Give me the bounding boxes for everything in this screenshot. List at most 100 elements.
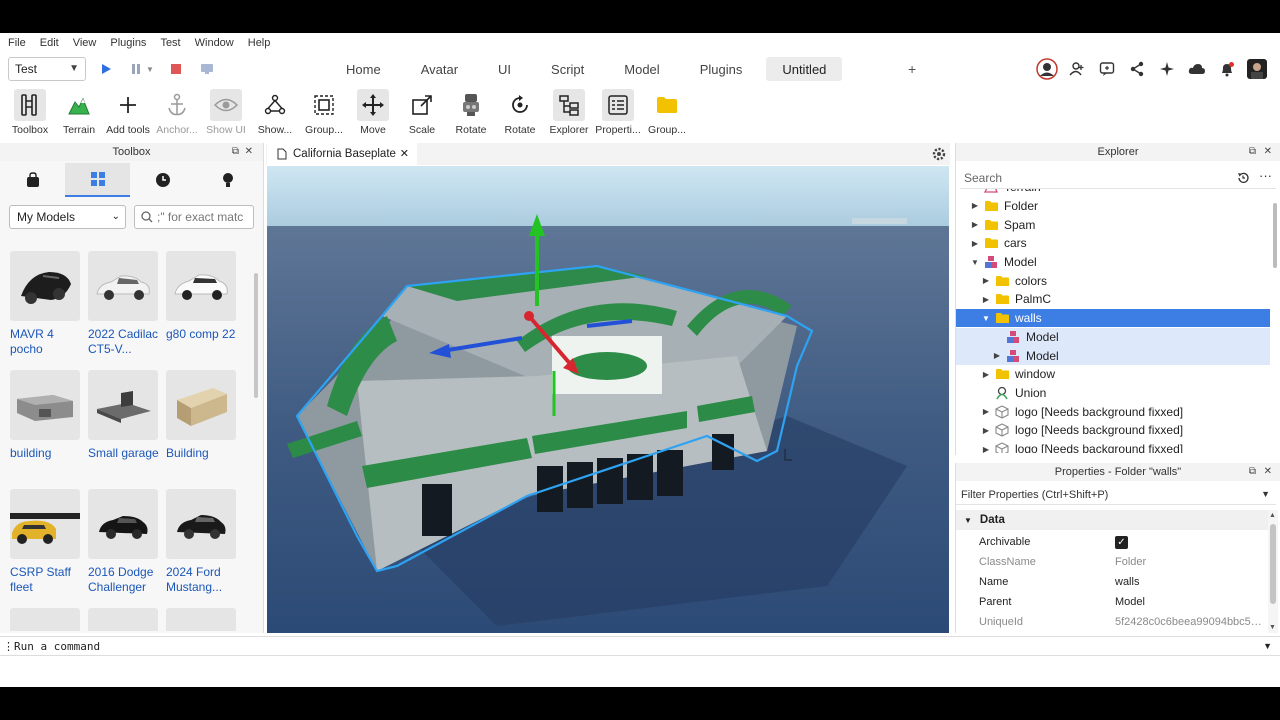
menu-edit[interactable]: Edit bbox=[40, 37, 59, 49]
notifications-button[interactable] bbox=[1212, 57, 1242, 81]
archivable-checkbox[interactable]: ✓ bbox=[1115, 535, 1128, 549]
expand-arrow-icon[interactable]: ▶ bbox=[981, 370, 991, 379]
rotate-part-tool[interactable]: Rotate bbox=[447, 89, 495, 139]
expand-arrow-icon[interactable]: ▶ bbox=[970, 239, 980, 248]
collapse-arrow-icon[interactable]: ▼ bbox=[970, 258, 980, 267]
property-value[interactable]: 5f2428c0c6beea99094bbc5e... bbox=[1115, 616, 1265, 628]
explorer-node[interactable]: ▶ logo [Needs background fixxed] bbox=[956, 421, 1270, 440]
explorer-node[interactable]: ▶ cars bbox=[956, 234, 1270, 253]
tab-creations[interactable] bbox=[195, 163, 260, 197]
scroll-up-icon[interactable]: ▲ bbox=[1269, 512, 1276, 519]
toolbox-item[interactable]: Building bbox=[166, 370, 238, 461]
user-avatar[interactable] bbox=[1032, 57, 1062, 81]
expand-arrow-icon[interactable]: ▶ bbox=[981, 445, 991, 453]
run-config-select[interactable]: Test ▼ bbox=[8, 57, 86, 81]
explorer-node[interactable]: Model bbox=[956, 327, 1270, 347]
tab-inventory[interactable] bbox=[65, 163, 130, 197]
show-tool[interactable]: Show... bbox=[251, 89, 299, 139]
collaborators-button[interactable] bbox=[1062, 57, 1092, 81]
menu-file[interactable]: File bbox=[8, 37, 26, 49]
scale-tool[interactable]: Scale bbox=[398, 89, 446, 139]
popout-icon[interactable]: ⧉ bbox=[232, 146, 239, 157]
show-ui-tool[interactable]: Show UI bbox=[202, 89, 250, 139]
expand-arrow-icon[interactable]: ▶ bbox=[970, 201, 980, 210]
menu-help[interactable]: Help bbox=[248, 37, 271, 49]
explorer-node[interactable]: Terrain bbox=[956, 189, 1270, 197]
close-icon[interactable]: ✕ bbox=[245, 146, 253, 157]
property-row[interactable]: Name walls bbox=[956, 572, 1268, 592]
property-value[interactable]: walls bbox=[1115, 576, 1265, 588]
tab-avatar[interactable]: Avatar bbox=[405, 57, 474, 81]
toolbox-item[interactable]: Small garage bbox=[88, 370, 160, 461]
tab-ui[interactable]: UI bbox=[482, 57, 527, 81]
explorer-scrollbar[interactable] bbox=[1273, 203, 1277, 268]
move-tool[interactable]: Move bbox=[349, 89, 397, 139]
toolbox-item[interactable]: 2022 Cadilac CT5-V... bbox=[88, 251, 160, 357]
anchor-tool[interactable]: Anchor... bbox=[153, 89, 201, 139]
toolbox-category-select[interactable]: My Models ⌄ bbox=[9, 205, 126, 229]
toolbox-search-input[interactable]: ;" for exact matc bbox=[134, 205, 254, 229]
property-category-data[interactable]: ▼ Data bbox=[956, 510, 1268, 530]
tab-home[interactable]: Home bbox=[330, 57, 397, 81]
3d-viewport[interactable] bbox=[267, 166, 949, 633]
property-value[interactable]: Model bbox=[1115, 596, 1265, 608]
toolbox-item[interactable]: CSRP Staff fleet bbox=[10, 489, 82, 595]
explorer-node[interactable]: ▶ Folder bbox=[956, 197, 1270, 216]
expand-arrow-icon[interactable]: ▶ bbox=[981, 407, 991, 416]
history-icon[interactable] bbox=[1236, 171, 1250, 185]
explorer-node[interactable]: ▼ walls bbox=[956, 308, 1270, 328]
chat-button[interactable] bbox=[1092, 57, 1122, 81]
terrain-tool[interactable]: Terrain bbox=[55, 89, 103, 139]
pause-button[interactable] bbox=[126, 59, 146, 79]
add-tools-tool[interactable]: Add tools bbox=[104, 89, 152, 139]
rotate-tool[interactable]: Rotate bbox=[496, 89, 544, 139]
toolbox-item[interactable] bbox=[166, 608, 238, 631]
profile-button[interactable] bbox=[1242, 57, 1272, 81]
explorer-search-input[interactable]: Search ··· bbox=[960, 167, 1276, 189]
explorer-tool[interactable]: Explorer bbox=[545, 89, 593, 139]
properties-scrollbar[interactable]: ▲ ▼ bbox=[1268, 510, 1278, 633]
more-icon[interactable]: ··· bbox=[1259, 168, 1272, 183]
tab-model[interactable]: Model bbox=[608, 57, 675, 81]
toolbox-item[interactable]: 2024 Ford Mustang... bbox=[166, 489, 238, 595]
tab-untitled[interactable]: Untitled bbox=[766, 57, 843, 81]
explorer-node[interactable]: ▶ colors bbox=[956, 272, 1270, 291]
property-row[interactable]: Archivable ✓ bbox=[956, 532, 1268, 552]
toolbox-tool[interactable]: Toolbox bbox=[6, 89, 54, 139]
property-value[interactable]: Folder bbox=[1115, 556, 1265, 568]
toolbox-item[interactable]: MAVR 4 pocho bbox=[10, 251, 82, 357]
play-options-button[interactable]: ▼ bbox=[144, 59, 156, 79]
menu-window[interactable]: Window bbox=[195, 37, 234, 49]
add-tab-button[interactable]: + bbox=[908, 61, 916, 77]
explorer-node[interactable]: ▶ window bbox=[956, 365, 1270, 384]
property-row[interactable]: Parent Model bbox=[956, 592, 1268, 612]
group-tool[interactable]: Group... bbox=[300, 89, 348, 139]
close-icon[interactable]: ✕ bbox=[1264, 146, 1272, 157]
toolbox-item[interactable]: 2016 Dodge Challenger bbox=[88, 489, 160, 595]
menu-test[interactable]: Test bbox=[160, 37, 180, 49]
expand-arrow-icon[interactable]: ▶ bbox=[970, 220, 980, 229]
command-bar[interactable]: ⋮ Run a command ▼ bbox=[0, 636, 1280, 656]
explorer-node[interactable]: ▶ PalmC bbox=[956, 290, 1270, 309]
share-button[interactable] bbox=[1122, 57, 1152, 81]
popout-icon[interactable]: ⧉ bbox=[1249, 146, 1256, 157]
stop-button[interactable] bbox=[166, 59, 186, 79]
explorer-node[interactable]: ▶ logo [Needs background fixxed] bbox=[956, 402, 1270, 421]
play-button[interactable] bbox=[96, 59, 116, 79]
tab-plugins[interactable]: Plugins bbox=[684, 57, 759, 81]
toolbox-item[interactable]: g80 comp 22 bbox=[166, 251, 238, 342]
menu-plugins[interactable]: Plugins bbox=[110, 37, 146, 49]
explorer-node[interactable]: Union bbox=[956, 384, 1270, 403]
expand-arrow-icon[interactable]: ▶ bbox=[981, 295, 991, 304]
toolbox-item[interactable]: building bbox=[10, 370, 82, 461]
popout-icon[interactable]: ⧉ bbox=[1249, 466, 1256, 477]
expand-arrow-icon[interactable]: ▶ bbox=[981, 426, 991, 435]
collapse-arrow-icon[interactable]: ▼ bbox=[981, 314, 991, 323]
tab-california-baseplate[interactable]: California Baseplate ✕ bbox=[267, 143, 417, 165]
toolbox-item[interactable] bbox=[88, 608, 160, 631]
toolbox-scrollbar[interactable] bbox=[254, 273, 258, 398]
assistant-button[interactable] bbox=[1152, 57, 1182, 81]
explorer-node[interactable]: ▶ Model bbox=[956, 346, 1270, 365]
scroll-thumb[interactable] bbox=[1270, 524, 1276, 604]
property-row[interactable]: ClassName Folder bbox=[956, 552, 1268, 572]
